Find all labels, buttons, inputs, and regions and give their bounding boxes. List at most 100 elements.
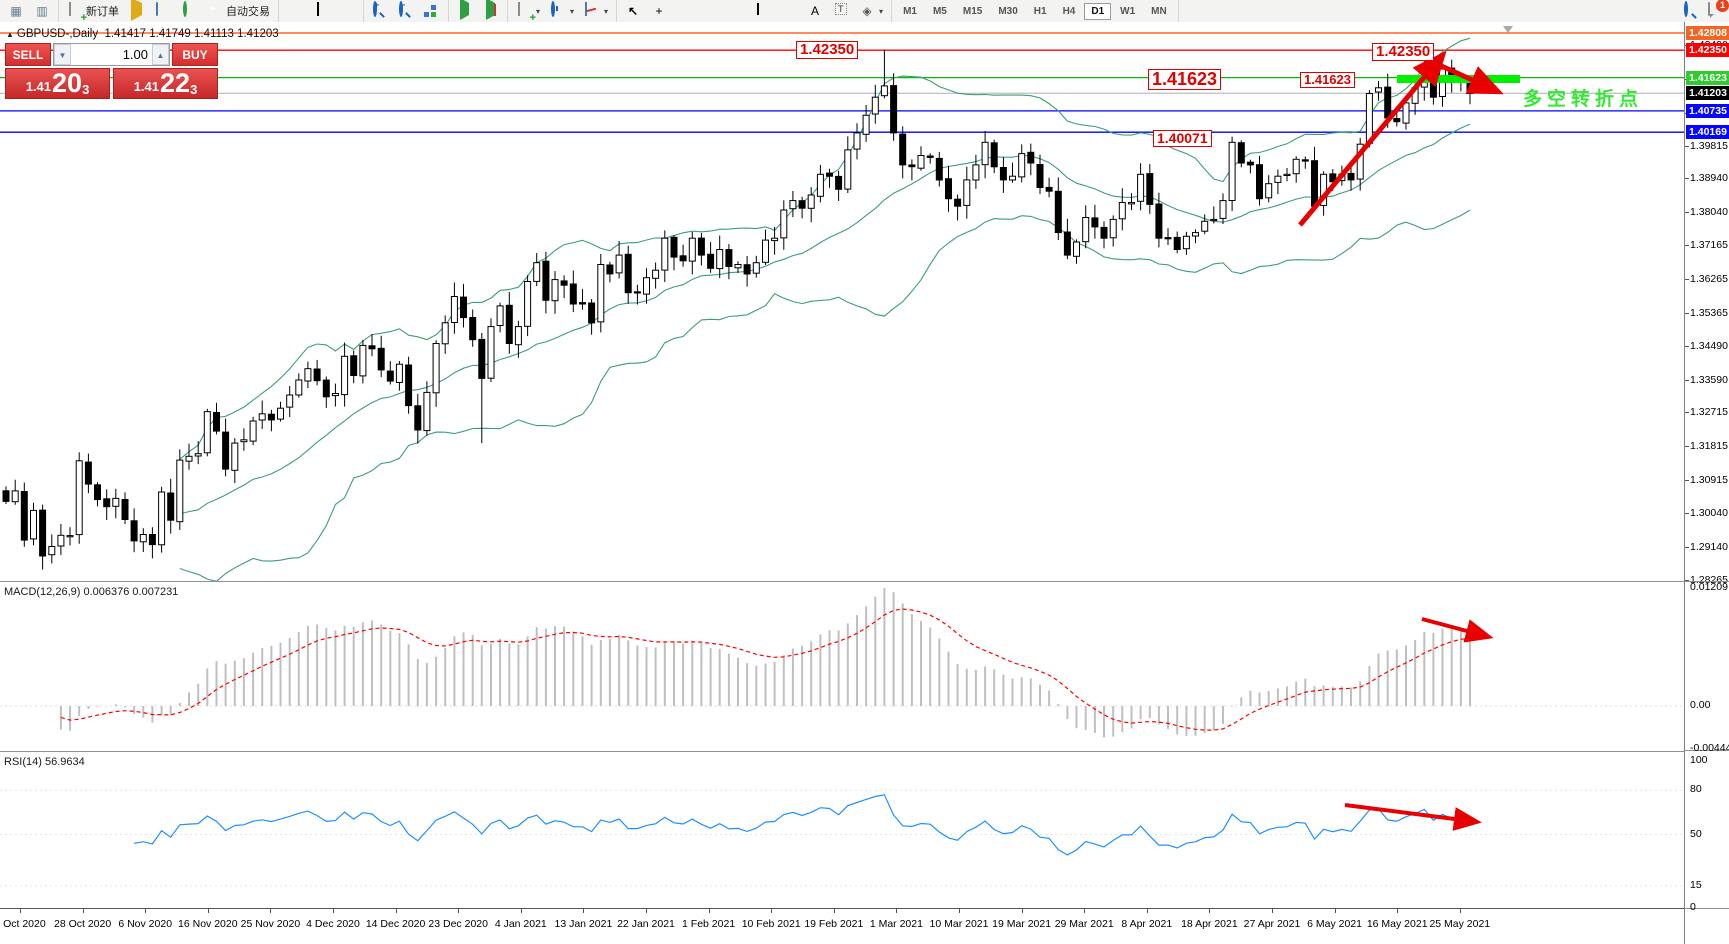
timeframe-m1[interactable]: M1	[896, 3, 924, 20]
horizontal-line-tool	[703, 3, 719, 19]
rsi-arrow[interactable]	[1345, 805, 1470, 821]
indicators-button[interactable]: ▾	[512, 1, 544, 21]
scale-tickmark	[1685, 412, 1689, 413]
chart-shift-marker[interactable]	[1503, 26, 1513, 33]
horizontal-line-tool[interactable]	[699, 1, 723, 21]
text-tool[interactable]: A	[803, 1, 827, 21]
timeframe-h1[interactable]: H1	[1027, 3, 1054, 20]
templates-button[interactable]: ▾	[580, 1, 612, 21]
date-label: 8 Apr 2021	[1121, 918, 1172, 930]
sell-button[interactable]: SELL	[5, 43, 51, 66]
cursor-tool: ↖	[625, 3, 641, 19]
candle	[973, 165, 979, 180]
candle	[1156, 204, 1162, 238]
price-level-badge: 1.41203	[1686, 86, 1729, 100]
candle	[946, 179, 952, 199]
date-tickmark	[1022, 909, 1023, 913]
price-scale[interactable]: 1.424901.415901.406901.398151.389401.380…	[1684, 22, 1729, 944]
date-label: 16 Nov 2020	[178, 918, 238, 930]
macd-pane[interactable]: MACD(12,26,9) 0.006376 0.007231	[0, 581, 1684, 751]
candle	[268, 414, 274, 420]
chevron-down-icon[interactable]: ▾	[879, 7, 883, 16]
bid-price-display[interactable]: 1.41203	[5, 68, 110, 99]
notifications-chat-icon[interactable]: 1	[1707, 3, 1723, 19]
timeframe-h4[interactable]: H4	[1056, 3, 1083, 20]
zoom-out-icon[interactable]	[394, 1, 418, 21]
date-label: 23 Dec 2020	[428, 918, 488, 930]
rsi-tick: 50	[1690, 828, 1702, 840]
candlestick-chart-icon[interactable]	[309, 1, 333, 21]
ask-price-display[interactable]: 1.41223	[113, 68, 218, 99]
line-chart-icon[interactable]	[335, 1, 359, 21]
candle	[1165, 238, 1171, 239]
candle	[552, 280, 558, 301]
candle	[159, 492, 165, 545]
buy-button[interactable]: BUY	[172, 43, 218, 66]
profile-preview-icon[interactable]: ▥	[30, 1, 54, 21]
fibonacci-tool[interactable]	[777, 1, 801, 21]
price-annotation-label[interactable]: 1.41623	[1300, 72, 1355, 88]
metaeditor-horn-icon[interactable]	[125, 1, 149, 21]
candle	[140, 535, 146, 542]
volume-decrement-button[interactable]: ▼	[54, 44, 71, 65]
candle	[1092, 218, 1098, 227]
search-icon[interactable]	[1683, 3, 1699, 19]
timeframe-m30[interactable]: M30	[991, 3, 1024, 20]
trendline-tool[interactable]	[725, 1, 749, 21]
rsi-chart	[0, 752, 1684, 909]
text-label-tool[interactable]: T	[829, 1, 853, 21]
candle	[1312, 161, 1318, 207]
price-annotation-label[interactable]: 1.42350	[796, 41, 858, 59]
turning-point-note[interactable]: 多空转折点	[1523, 84, 1643, 111]
main-chart-pane[interactable]	[0, 22, 1684, 581]
candle	[479, 339, 485, 378]
vertical-line-tool[interactable]	[673, 1, 697, 21]
candle	[927, 156, 933, 157]
rsi-pane[interactable]: RSI(14) 56.9634	[0, 751, 1684, 909]
chevron-down-icon[interactable]: ▾	[570, 7, 574, 16]
price-level-badge: 1.40169	[1686, 125, 1729, 139]
date-label: 4 Jan 2021	[495, 918, 547, 930]
candle	[772, 238, 778, 240]
periods-button	[550, 3, 566, 19]
tile-windows-icon[interactable]	[420, 1, 444, 21]
date-tickmark	[1397, 909, 1398, 913]
cursor-tool[interactable]: ↖	[621, 1, 645, 21]
price-annotation-label[interactable]: 1.40071	[1153, 130, 1212, 147]
chevron-down-icon[interactable]: ▾	[604, 7, 608, 16]
candle	[214, 413, 220, 432]
crosshair-tool[interactable]: +	[647, 1, 671, 21]
chart-window-icon[interactable]: ▦	[4, 1, 28, 21]
chevron-down-icon[interactable]: ▾	[536, 7, 540, 16]
volume-value[interactable]: 1.00	[71, 44, 152, 65]
trendline-tool	[729, 3, 745, 19]
market-watch-icon[interactable]	[151, 1, 175, 21]
channel-tool[interactable]	[751, 1, 775, 21]
autotrading-button	[207, 3, 223, 19]
date-axis[interactable]: 9 Oct 202028 Oct 20206 Nov 202016 Nov 20…	[0, 908, 1684, 944]
candle	[964, 180, 970, 206]
periods-button[interactable]: ▾	[546, 1, 578, 21]
new-order-button[interactable]: 新订单	[63, 1, 123, 21]
notification-badge: 1	[1716, 0, 1729, 12]
scale-tickmark	[1685, 178, 1689, 179]
zoom-in-icon[interactable]	[368, 1, 392, 21]
auto-scroll-icon[interactable]	[453, 1, 477, 21]
timeframe-m5[interactable]: M5	[926, 3, 954, 20]
zoom-out-icon	[398, 3, 414, 19]
volume-increment-button[interactable]: ▲	[152, 44, 169, 65]
timeframe-mn[interactable]: MN	[1144, 3, 1174, 20]
candle	[580, 303, 586, 304]
symbol-collapse-icon[interactable]: ▲	[6, 30, 14, 39]
autotrading-button[interactable]: 自动交易	[203, 1, 274, 21]
signals-icon[interactable]	[177, 1, 201, 21]
timeframe-w1[interactable]: W1	[1113, 3, 1142, 20]
timeframe-m15[interactable]: M15	[956, 3, 989, 20]
price-annotation-label[interactable]: 1.42350	[1372, 43, 1434, 61]
shapes-tool[interactable]: ◈▾	[855, 1, 887, 21]
bar-chart-icon[interactable]	[283, 1, 307, 21]
timeframe-d1[interactable]: D1	[1084, 3, 1111, 20]
price-annotation-label[interactable]: 1.41623	[1148, 69, 1221, 90]
profile-preview-icon: ▥	[34, 3, 50, 19]
chart-shift-icon[interactable]	[479, 1, 503, 21]
